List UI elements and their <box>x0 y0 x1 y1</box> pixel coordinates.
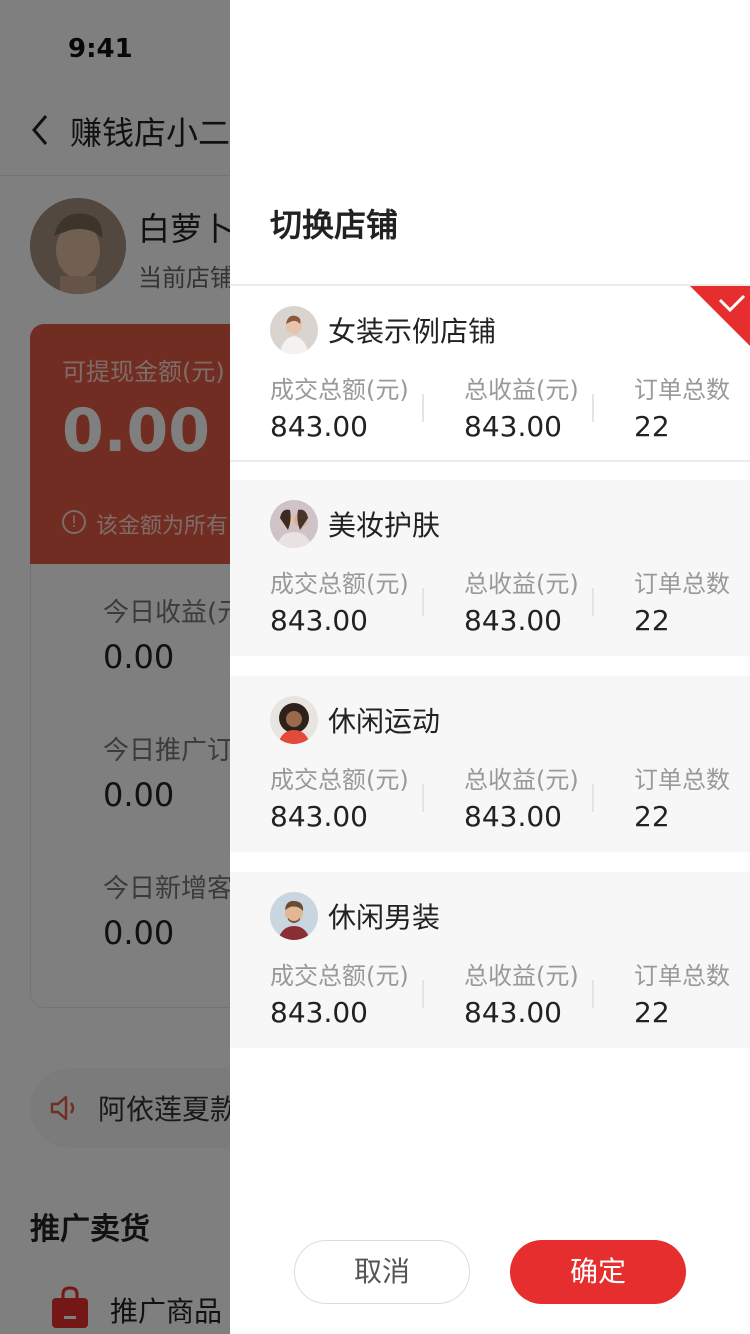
shop-name: 女装示例店铺 <box>328 315 497 348</box>
switch-shop-drawer: 切换店铺 女装示例店铺 成交总额(元) 843.00 总收益(元) 843.00… <box>230 0 750 1334</box>
metric-label: 成交总额(元) <box>270 766 409 794</box>
shop-name: 休闲男装 <box>328 901 441 934</box>
shop-card[interactable]: 休闲运动 成交总额(元) 843.00 总收益(元) 843.00 订单总数 2… <box>230 676 750 852</box>
divider <box>422 394 424 422</box>
metric-label: 订单总数 <box>634 962 730 990</box>
shop-avatar <box>270 892 318 940</box>
metric-value: 843.00 <box>464 410 562 443</box>
metric-label: 总收益(元) <box>464 962 579 990</box>
metric-value: 843.00 <box>270 604 368 637</box>
metric-label: 总收益(元) <box>464 766 579 794</box>
metric-value: 843.00 <box>270 996 368 1029</box>
metric-value: 843.00 <box>464 800 562 833</box>
metric-value: 843.00 <box>464 604 562 637</box>
metric-value: 843.00 <box>464 996 562 1029</box>
metric-label: 订单总数 <box>634 766 730 794</box>
divider <box>592 784 594 812</box>
metric-value: 22 <box>634 996 670 1029</box>
shop-card-selected[interactable]: 女装示例店铺 成交总额(元) 843.00 总收益(元) 843.00 订单总数… <box>230 286 750 462</box>
divider <box>422 980 424 1008</box>
metric-label: 订单总数 <box>634 376 730 404</box>
check-corner-icon <box>690 286 750 346</box>
divider <box>592 980 594 1008</box>
confirm-button[interactable]: 确定 <box>510 1240 686 1304</box>
metric-label: 成交总额(元) <box>270 962 409 990</box>
metric-label: 成交总额(元) <box>270 570 409 598</box>
shop-name: 休闲运动 <box>328 705 441 738</box>
metric-value: 22 <box>634 410 670 443</box>
metric-value: 22 <box>634 800 670 833</box>
metric-label: 订单总数 <box>634 570 730 598</box>
shop-card[interactable]: 休闲男装 成交总额(元) 843.00 总收益(元) 843.00 订单总数 2… <box>230 872 750 1048</box>
cancel-button[interactable]: 取消 <box>294 1240 470 1304</box>
shop-avatar <box>270 696 318 744</box>
metric-label: 总收益(元) <box>464 570 579 598</box>
metric-value: 843.00 <box>270 410 368 443</box>
drawer-title: 切换店铺 <box>270 206 399 244</box>
divider <box>592 588 594 616</box>
shop-avatar <box>270 500 318 548</box>
divider <box>422 784 424 812</box>
shop-avatar <box>270 306 318 354</box>
metric-value: 843.00 <box>270 800 368 833</box>
metric-label: 成交总额(元) <box>270 376 409 404</box>
metric-value: 22 <box>634 604 670 637</box>
divider <box>592 394 594 422</box>
shop-card[interactable]: 美妆护肤 成交总额(元) 843.00 总收益(元) 843.00 订单总数 2… <box>230 480 750 656</box>
metric-label: 总收益(元) <box>464 376 579 404</box>
shop-name: 美妆护肤 <box>328 509 441 542</box>
divider <box>422 588 424 616</box>
